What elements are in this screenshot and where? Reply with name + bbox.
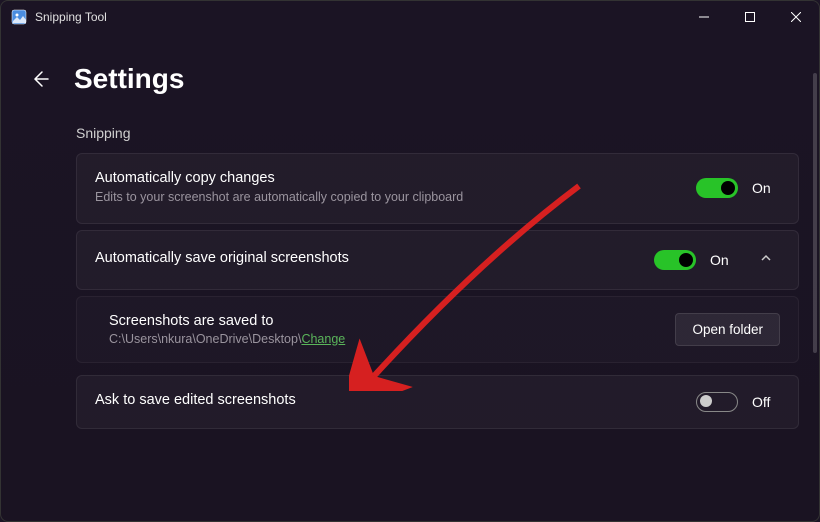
- setting-ask-save: Ask to save edited screenshots Off: [76, 375, 799, 429]
- window-title: Snipping Tool: [35, 10, 681, 24]
- toggle-state-label: Off: [752, 394, 780, 410]
- maximize-button[interactable]: [727, 1, 773, 33]
- setting-save-location: Screenshots are saved to C:\Users\nkura\…: [76, 296, 799, 363]
- ask-save-toggle[interactable]: [696, 392, 738, 412]
- titlebar: Snipping Tool: [1, 1, 819, 33]
- setting-description: Edits to your screenshot are automatical…: [95, 189, 676, 207]
- toggle-state-label: On: [752, 180, 780, 196]
- section-label: Snipping: [76, 125, 799, 141]
- setting-title: Ask to save edited screenshots: [95, 392, 676, 408]
- setting-title: Screenshots are saved to: [109, 313, 655, 329]
- save-path: C:\Users\nkura\OneDrive\Desktop\: [109, 332, 301, 346]
- minimize-button[interactable]: [681, 1, 727, 33]
- page-title: Settings: [74, 63, 184, 95]
- setting-title: Automatically copy changes: [95, 170, 676, 186]
- toggle-state-label: On: [710, 252, 738, 268]
- setting-auto-save: Automatically save original screenshots …: [76, 230, 799, 290]
- auto-save-toggle[interactable]: [654, 250, 696, 270]
- back-button[interactable]: [26, 65, 54, 93]
- app-icon: [11, 9, 27, 25]
- close-button[interactable]: [773, 1, 819, 33]
- open-folder-button[interactable]: Open folder: [675, 313, 780, 346]
- change-location-link[interactable]: Change: [301, 332, 345, 346]
- scrollbar[interactable]: [813, 73, 817, 353]
- setting-title: Automatically save original screenshots: [95, 250, 634, 266]
- chevron-up-icon[interactable]: [752, 247, 780, 273]
- setting-auto-copy: Automatically copy changes Edits to your…: [76, 153, 799, 224]
- auto-copy-toggle[interactable]: [696, 178, 738, 198]
